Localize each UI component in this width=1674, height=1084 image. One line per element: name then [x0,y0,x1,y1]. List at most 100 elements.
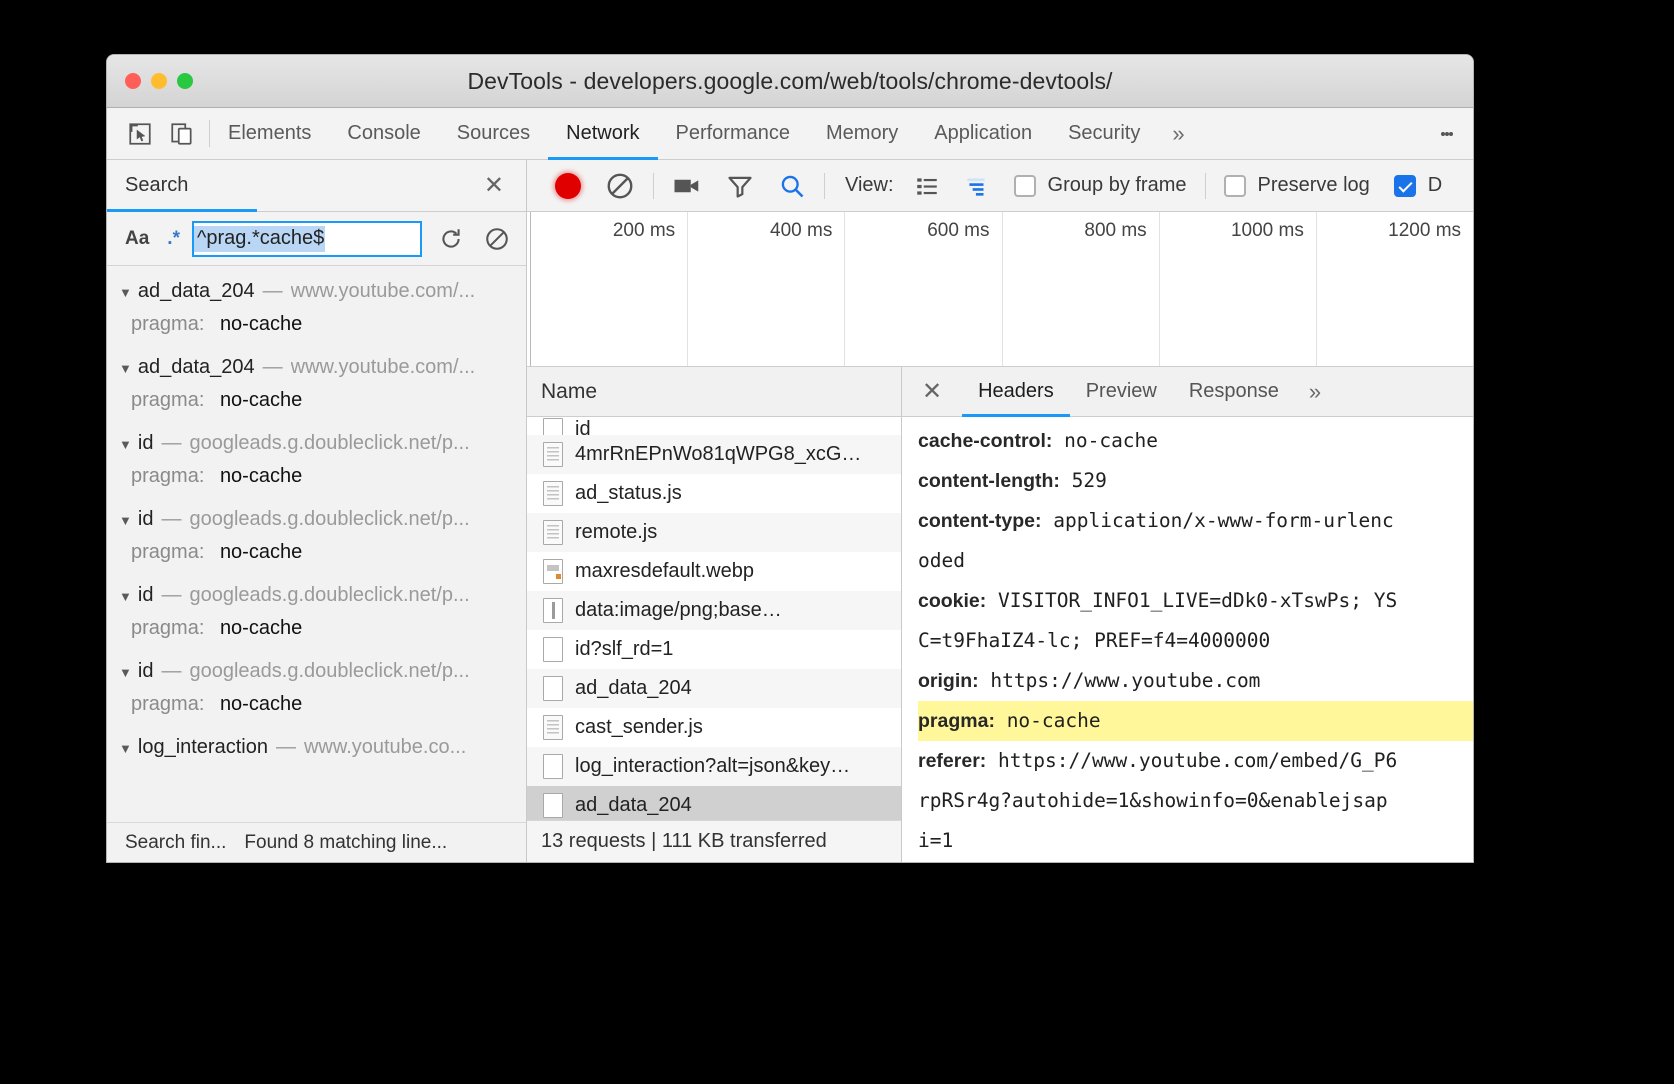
table-row[interactable]: ad_status.js [527,474,901,513]
search-result-file[interactable]: ▼ log_interaction — www.youtube.co... [107,730,526,765]
toolbar-divider [1205,173,1206,199]
search-result-line[interactable]: pragma: no-cache [107,309,526,350]
chevron-down-icon[interactable]: ▼ [119,437,132,452]
search-result-group[interactable]: ▼ log_interaction — www.youtube.co... [107,730,526,765]
header-key: content-type: [918,510,1042,532]
search-result-url: googleads.g.doubleclick.net/p... [189,660,469,683]
disable-cache-checkbox[interactable]: D [1382,174,1454,197]
devtools-tabs: Elements Console Sources Network Perform… [210,108,1433,159]
search-result-file[interactable]: ▼ id — googleads.g.doubleclick.net/p... [107,578,526,613]
tab-label: Console [347,122,420,145]
search-result-line[interactable]: pragma: no-cache [107,461,526,502]
chevron-down-icon[interactable]: ▼ [119,741,132,756]
tab-response[interactable]: Response [1173,367,1295,416]
network-timeline-overview[interactable]: 200 ms 400 ms 600 ms 800 ms 1000 ms 1200… [527,212,1473,367]
group-by-frame-label: Group by frame [1048,174,1187,197]
tab-preview[interactable]: Preview [1070,367,1173,416]
chevron-down-icon[interactable]: ▼ [119,513,132,528]
preserve-log-checkbox[interactable]: Preserve log [1212,174,1382,197]
tab-application[interactable]: Application [916,108,1050,159]
close-icon[interactable]: ✕ [462,171,526,200]
chevron-down-icon[interactable]: ▼ [119,589,132,604]
more-tabs-icon[interactable]: » [1295,367,1335,416]
tab-label: Preview [1086,380,1157,403]
request-name: id?slf_rd=1 [575,638,673,661]
search-result-file[interactable]: ▼ ad_data_204 — www.youtube.com/... [107,350,526,385]
clear-icon[interactable] [480,226,514,252]
search-result-group[interactable]: ▼ id — googleads.g.doubleclick.net/p... … [107,502,526,578]
filter-icon[interactable] [714,172,766,200]
search-input[interactable]: ^prag.*cache$ [192,221,422,257]
tab-headers[interactable]: Headers [962,367,1070,416]
device-toolbar-icon[interactable] [169,121,195,147]
search-result-line[interactable]: pragma: no-cache [107,537,526,578]
more-tabs-icon[interactable]: » [1158,108,1198,159]
tab-console[interactable]: Console [329,108,438,159]
search-result-file[interactable]: ▼ id — googleads.g.doubleclick.net/p... [107,654,526,689]
match-case-button[interactable]: Aa [119,226,155,252]
toolbar-divider [824,173,825,199]
tab-elements[interactable]: Elements [210,108,329,159]
search-result-group[interactable]: ▼ ad_data_204 — www.youtube.com/... prag… [107,350,526,426]
record-icon[interactable] [543,173,593,199]
table-row[interactable]: log_interaction?alt=json&key… [527,747,901,786]
tab-security[interactable]: Security [1050,108,1158,159]
search-result-url: googleads.g.doubleclick.net/p... [189,508,469,531]
table-row[interactable]: cast_sender.js [527,708,901,747]
tab-memory[interactable]: Memory [808,108,916,159]
search-result-group[interactable]: ▼ id — googleads.g.doubleclick.net/p... … [107,578,526,654]
devtools-menu-icon[interactable] [1433,108,1473,159]
preserve-log-label: Preserve log [1258,174,1370,197]
request-rows[interactable]: id 4mrRnEPnWo81qWPG8_xcG… ad_status.js [527,417,901,820]
timeline-tick: 800 ms [1003,212,1160,366]
table-row[interactable]: maxresdefault.webp [527,552,901,591]
search-result-filename: id [138,508,154,531]
table-row[interactable]: id?slf_rd=1 [527,630,901,669]
search-result-group[interactable]: ▼ id — googleads.g.doubleclick.net/p... … [107,654,526,730]
table-row[interactable]: ad_data_204 [527,669,901,708]
chevron-down-icon[interactable]: ▼ [119,665,132,680]
clear-icon[interactable] [593,171,647,201]
table-row[interactable]: 4mrRnEPnWo81qWPG8_xcG… [527,435,901,474]
search-result-file[interactable]: ▼ id — googleads.g.doubleclick.net/p... [107,426,526,461]
header-value-continuation: C=t9FhaIZ4-lc; PREF=f4=4000000 [918,621,1473,661]
toolbar-divider [653,173,654,199]
search-result-url: www.youtube.co... [304,736,466,759]
search-icon[interactable] [766,172,818,200]
table-row[interactable]: data:image/png;base… [527,591,901,630]
table-row[interactable]: id [527,417,901,435]
close-icon[interactable]: ✕ [902,367,962,416]
search-result-dash: — [161,660,181,683]
tab-label: Elements [228,122,311,145]
camera-icon[interactable] [660,171,714,201]
timeline-tick: 400 ms [688,212,845,366]
inspect-element-icon[interactable] [127,121,153,147]
tab-label: Headers [978,380,1054,403]
chevron-down-icon[interactable]: ▼ [119,361,132,376]
regex-button[interactable]: .* [167,228,180,250]
list-view-icon[interactable] [902,173,952,199]
headers-list[interactable]: cache-control: no-cache content-length: … [902,417,1473,862]
search-result-file[interactable]: ▼ id — googleads.g.doubleclick.net/p... [107,502,526,537]
tab-network[interactable]: Network [548,108,657,159]
search-result-line[interactable]: pragma: no-cache [107,613,526,654]
group-by-frame-checkbox[interactable]: Group by frame [1002,174,1199,197]
search-results-list[interactable]: ▼ ad_data_204 — www.youtube.com/... prag… [107,266,526,822]
request-list-header[interactable]: Name [527,367,901,417]
chevron-down-icon[interactable]: ▼ [119,285,132,300]
search-result-group[interactable]: ▼ ad_data_204 — www.youtube.com/... prag… [107,274,526,350]
tab-sources[interactable]: Sources [439,108,548,159]
search-result-file[interactable]: ▼ ad_data_204 — www.youtube.com/... [107,274,526,309]
search-result-line[interactable]: pragma: no-cache [107,385,526,426]
table-row[interactable]: ad_data_204 [527,786,901,820]
tab-performance[interactable]: Performance [658,108,809,159]
search-result-group[interactable]: ▼ id — googleads.g.doubleclick.net/p... … [107,426,526,502]
search-result-line[interactable]: pragma: no-cache [107,689,526,730]
close-window-button[interactable] [125,73,141,89]
table-row[interactable]: remote.js [527,513,901,552]
devtools-tabstrip: Elements Console Sources Network Perform… [107,108,1473,160]
maximize-window-button[interactable] [177,73,193,89]
minimize-window-button[interactable] [151,73,167,89]
refresh-icon[interactable] [434,226,468,252]
waterfall-view-icon[interactable] [952,173,1002,199]
